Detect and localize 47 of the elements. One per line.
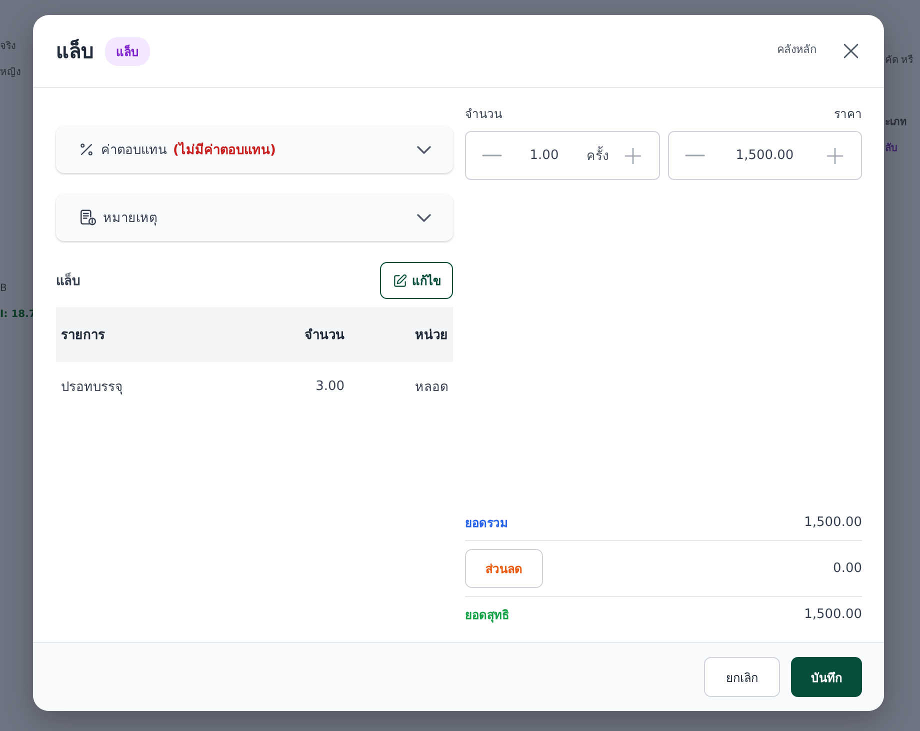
net-total-value: 1,500.00	[804, 607, 862, 622]
percent-icon	[78, 141, 95, 158]
save-button[interactable]: บันทึก	[791, 657, 862, 697]
background-text: จริง	[0, 40, 17, 54]
section-title: แล็บ	[56, 272, 80, 291]
plus-icon	[825, 146, 845, 166]
background-text: หญิง	[0, 66, 22, 80]
increment-button[interactable]	[622, 146, 642, 166]
number-value: 1,500.00	[734, 148, 795, 163]
collapsible-header[interactable]: ค่าตอบแทน (ไม่มีค่าตอบแทน)	[56, 126, 453, 173]
number-value: 1.00	[528, 148, 560, 163]
background-text: B	[0, 282, 8, 296]
background-text: ะเภท	[885, 116, 908, 130]
table-cell: ปรอทบรรจุ	[56, 362, 230, 410]
quantity-label: จำนวน	[465, 106, 502, 123]
total-value: 1,500.00	[804, 515, 862, 530]
discount-button[interactable]: ส่วนลด	[465, 549, 543, 588]
column-header: หน่วย	[350, 307, 453, 362]
total-label: ยอดรวม	[465, 515, 508, 532]
table-cell: 3.00	[229, 362, 350, 410]
decrement-button[interactable]	[482, 154, 502, 157]
background-text: ลับ	[885, 142, 898, 156]
number-stepper-field[interactable]: 1.00 ครั้ง	[465, 131, 660, 180]
category-badge: แล็บ	[105, 36, 150, 66]
column-header: จำนวน	[229, 307, 350, 362]
increment-button[interactable]	[825, 146, 845, 166]
chevron-down-icon	[417, 214, 431, 222]
column-header: รายการ	[56, 307, 230, 362]
warehouse-label: คลังหลัก	[777, 42, 817, 58]
discount-value: 0.00	[833, 561, 862, 576]
number-stepper-field[interactable]: 1,500.00	[668, 131, 862, 180]
background-text: คัด หรื	[885, 54, 914, 68]
note-icon	[78, 208, 97, 227]
decrement-button[interactable]	[684, 154, 704, 157]
cancel-button[interactable]: ยกเลิก	[704, 657, 780, 697]
table-cell: หลอด	[350, 362, 453, 410]
price-label: ราคา	[834, 106, 862, 123]
edit-icon	[392, 272, 408, 288]
minus-icon	[684, 154, 704, 157]
collapsible-header[interactable]: หมายเหตุ	[56, 194, 453, 241]
chevron-down-icon	[417, 146, 431, 154]
net-total-label: ยอดสุทธิ	[465, 607, 509, 624]
edit-button[interactable]: แก้ไข	[380, 262, 453, 299]
plus-icon	[622, 146, 642, 166]
dialog-title: แล็บ	[56, 38, 94, 65]
minus-icon	[482, 154, 502, 157]
unit-label: ครั้ง	[586, 145, 608, 166]
